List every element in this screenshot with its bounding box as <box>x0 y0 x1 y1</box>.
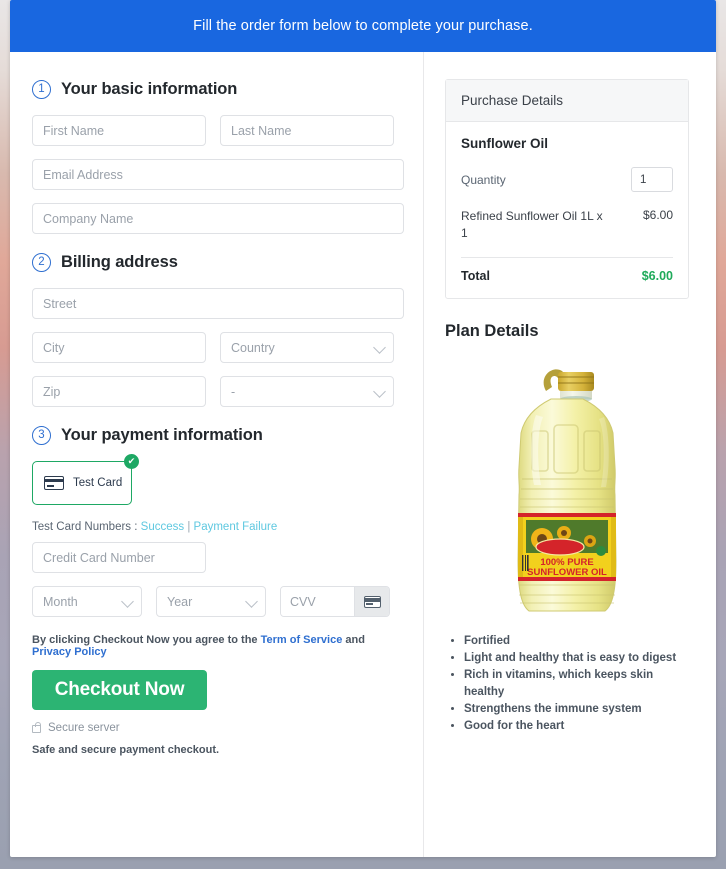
summary-column: Purchase Details Sunflower Oil Quantity … <box>424 52 716 857</box>
plan-feature-list: Fortified Light and healthy that is easy… <box>445 633 689 735</box>
company-row <box>32 203 404 234</box>
cvv-group <box>280 586 390 617</box>
success-link[interactable]: Success <box>141 521 184 533</box>
terms-prefix: By clicking Checkout Now you agree to th… <box>32 634 258 646</box>
order-form-column: 1 Your basic information 2 Billing addre… <box>10 52 424 857</box>
credit-card-icon <box>44 476 64 490</box>
email-row <box>32 159 404 190</box>
city-country-row <box>32 332 404 363</box>
step-number-3: 3 <box>32 426 51 445</box>
purchase-details-header: Purchase Details <box>446 80 688 122</box>
total-amount: $6.00 <box>641 268 673 283</box>
check-circle-icon: ✔ <box>124 454 139 469</box>
list-item: Good for the heart <box>464 718 689 734</box>
list-item: Light and healthy that is easy to digest <box>464 650 689 666</box>
line-item-description: Refined Sunflower Oil 1L x 1 <box>461 209 603 241</box>
country-select[interactable] <box>220 332 394 363</box>
list-item: Strengthens the immune system <box>464 701 689 717</box>
safe-checkout-note: Safe and secure payment checkout. <box>32 744 220 756</box>
lock-icon <box>32 722 41 733</box>
country-select-wrap <box>220 332 394 363</box>
street-input[interactable] <box>32 288 404 319</box>
state-select[interactable] <box>220 376 394 407</box>
step-title-payment: Your payment information <box>61 426 263 444</box>
secure-server-row: Secure server <box>32 722 404 734</box>
terms-and: and <box>345 634 365 646</box>
list-item: Rich in vitamins, which keeps skin healt… <box>464 667 689 700</box>
plan-details-title: Plan Details <box>445 321 539 340</box>
step-billing-address: 2 Billing address <box>32 253 404 272</box>
name-row <box>32 115 404 146</box>
step-number-2: 2 <box>32 253 51 272</box>
label-line-2: SUNFLOWER OIL <box>527 567 607 578</box>
street-row <box>32 288 404 319</box>
credit-card-number-row <box>32 542 404 573</box>
test-card-numbers-row: Test Card Numbers : Success | Payment Fa… <box>32 521 404 533</box>
company-input[interactable] <box>32 203 404 234</box>
expiry-cvv-row <box>32 586 404 617</box>
line-item-amount: $6.00 <box>642 208 673 222</box>
test-card-tile-wrap: Test Card ✔ <box>32 454 139 505</box>
step-basic-information: 1 Your basic information <box>32 80 404 99</box>
checkout-page-card: Fill the order form below to complete yo… <box>10 0 716 857</box>
test-card-label: Test Card <box>73 477 123 489</box>
year-select-wrap <box>156 586 266 617</box>
step-payment-information: 3 Your payment information <box>32 426 404 445</box>
zip-input[interactable] <box>32 376 206 407</box>
test-card-option[interactable]: Test Card <box>32 461 132 505</box>
first-name-input[interactable] <box>32 115 206 146</box>
quantity-input[interactable] <box>631 167 673 192</box>
link-separator: | <box>187 521 191 533</box>
line-item-row: Refined Sunflower Oil 1L x 1 $6.00 <box>461 208 673 243</box>
list-item: Fortified <box>464 633 689 649</box>
purchase-details-box: Purchase Details Sunflower Oil Quantity … <box>445 79 689 299</box>
product-image: 100% PURE SUNFLOWER OIL <box>445 355 689 623</box>
term-of-service-link[interactable]: Term of Service <box>261 634 343 646</box>
quantity-row: Quantity <box>461 167 673 192</box>
step-title-basic: Your basic information <box>61 80 238 98</box>
total-label: Total <box>461 268 490 283</box>
banner-text: Fill the order form below to complete yo… <box>193 18 533 34</box>
email-input[interactable] <box>32 159 404 190</box>
credit-card-number-input[interactable] <box>32 542 206 573</box>
secure-server-label: Secure server <box>48 722 120 734</box>
checkout-body: 1 Your basic information 2 Billing addre… <box>10 52 716 857</box>
cvv-help-button[interactable] <box>354 587 389 616</box>
terms-text: By clicking Checkout Now you agree to th… <box>32 634 404 658</box>
cvv-input[interactable] <box>281 587 354 616</box>
month-select[interactable] <box>32 586 142 617</box>
privacy-policy-link[interactable]: Privacy Policy <box>32 646 107 658</box>
credit-card-icon <box>363 595 381 608</box>
zip-state-row <box>32 376 404 407</box>
test-card-numbers-label: Test Card Numbers : <box>32 521 138 533</box>
step-title-billing: Billing address <box>61 253 178 271</box>
payment-failure-link[interactable]: Payment Failure <box>194 521 278 533</box>
purchase-details-body: Sunflower Oil Quantity Refined Sunflower… <box>446 122 688 298</box>
step-number-1: 1 <box>32 80 51 99</box>
city-input[interactable] <box>32 332 206 363</box>
quantity-label: Quantity <box>461 172 506 187</box>
total-row: Total $6.00 <box>461 269 673 283</box>
state-select-wrap <box>220 376 394 407</box>
divider <box>461 256 673 258</box>
year-select[interactable] <box>156 586 266 617</box>
last-name-input[interactable] <box>220 115 394 146</box>
sunflower-oil-bottle-icon: 100% PURE SUNFLOWER OIL <box>517 369 617 612</box>
checkout-now-button[interactable]: Checkout Now <box>32 670 207 710</box>
page-banner: Fill the order form below to complete yo… <box>10 0 716 52</box>
product-name: Sunflower Oil <box>461 136 549 151</box>
month-select-wrap <box>32 586 142 617</box>
